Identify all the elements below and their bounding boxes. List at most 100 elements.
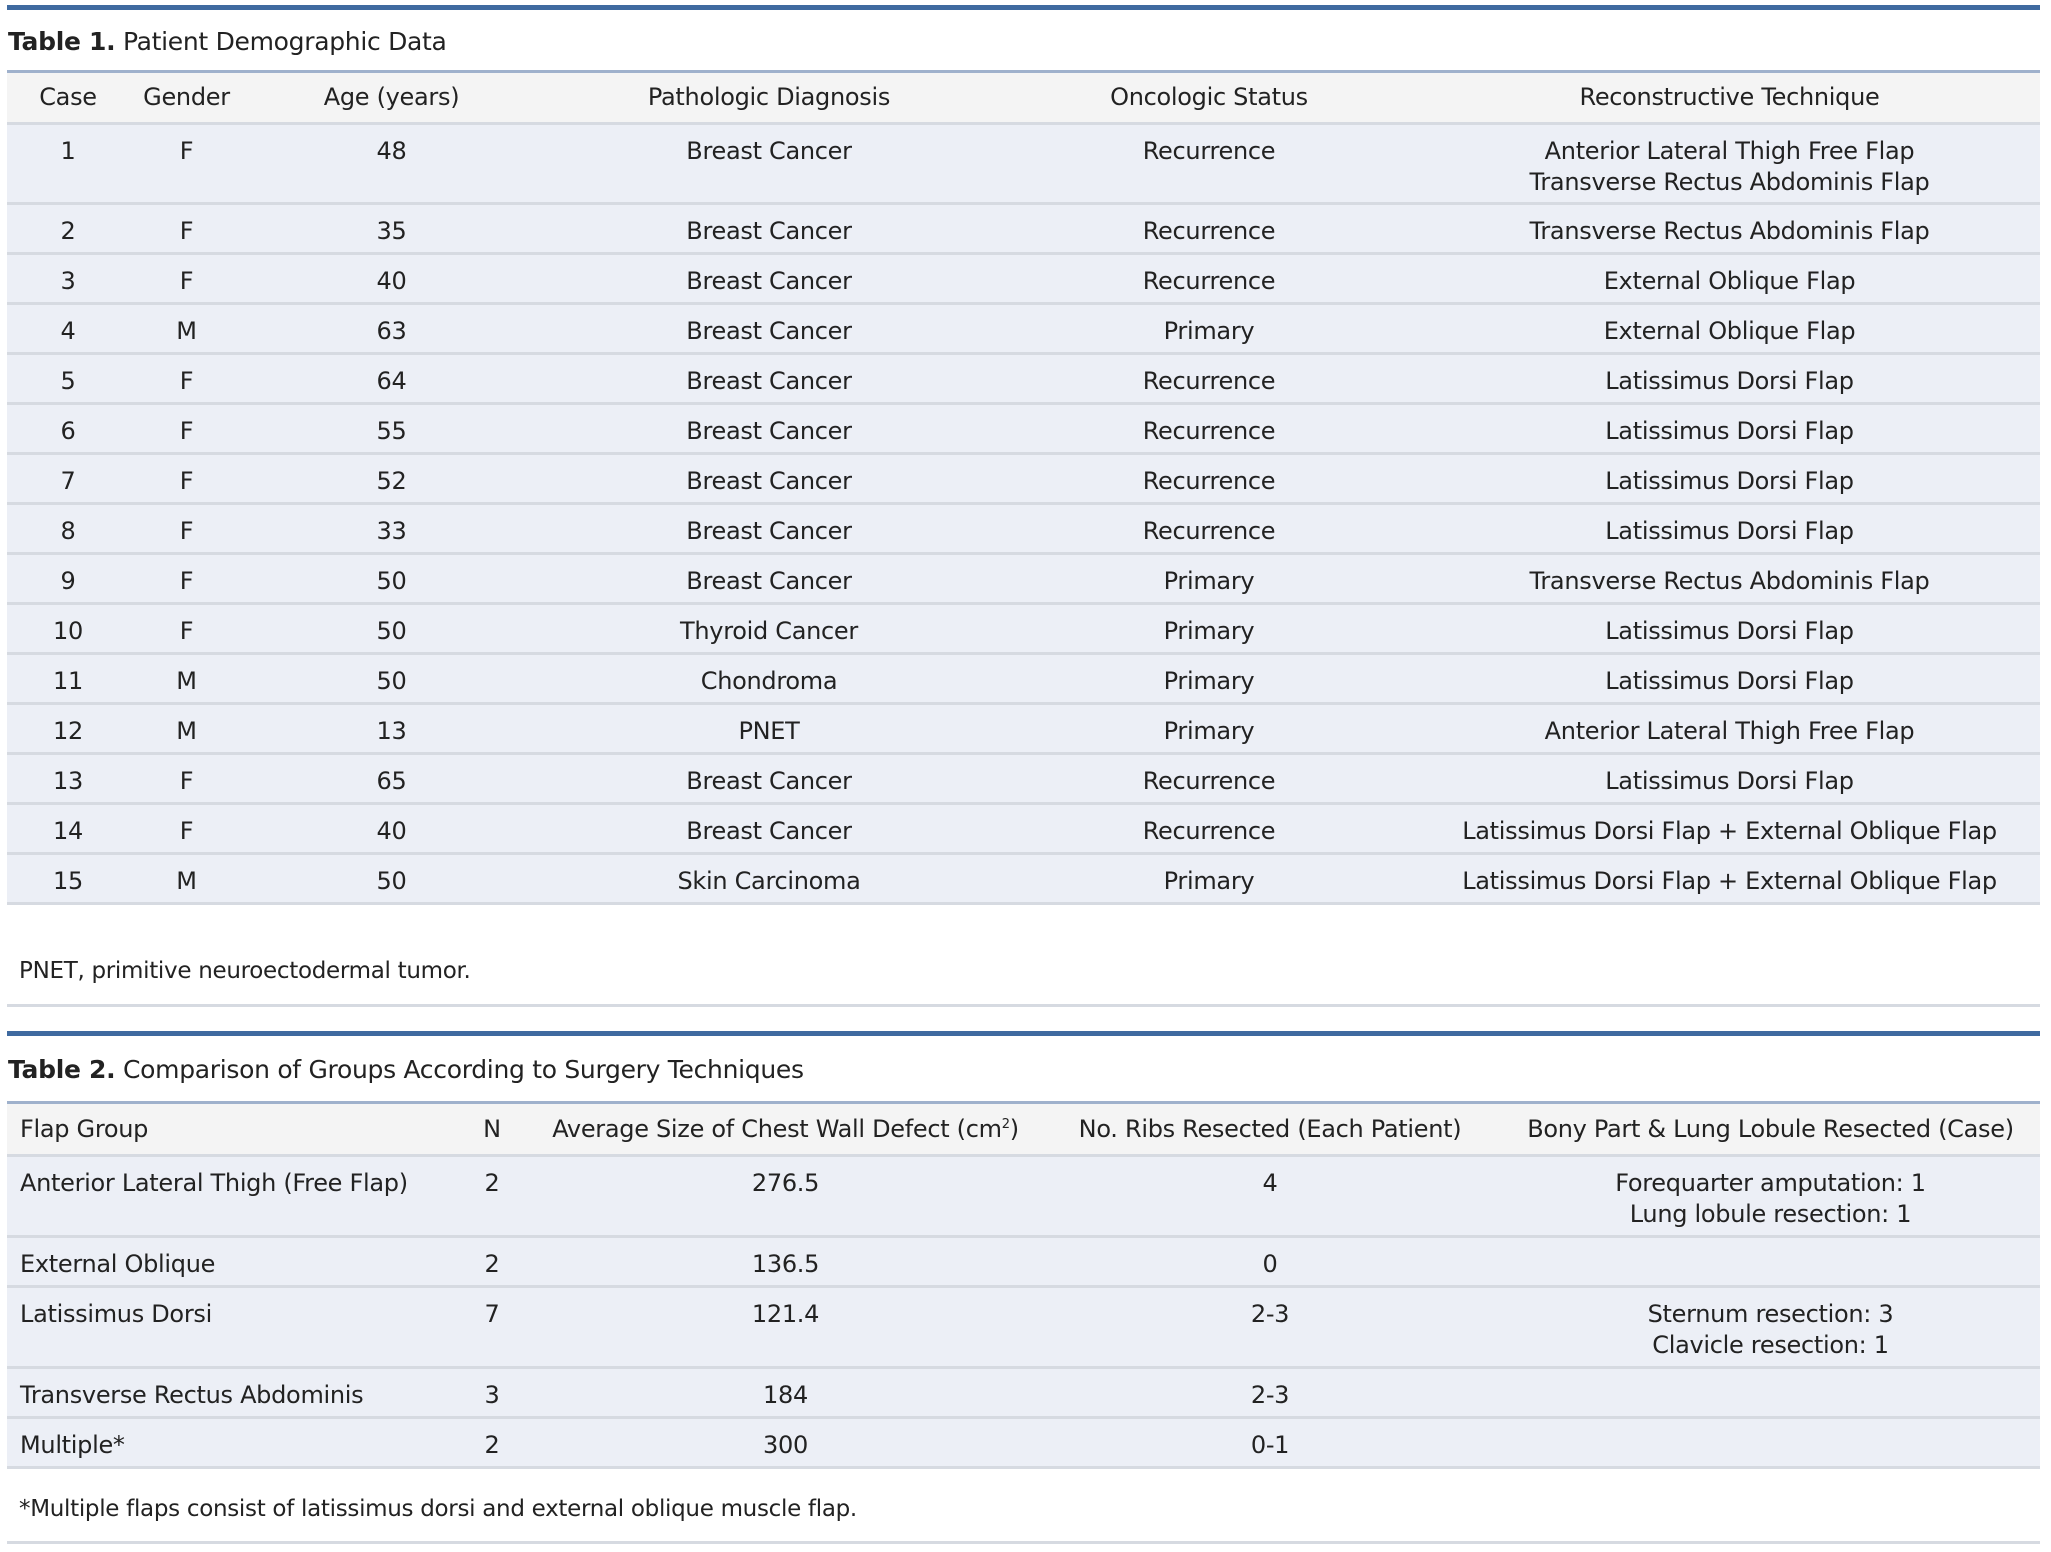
defect-header-text: Average Size of Chest Wall Defect (cm <box>552 1114 1002 1143</box>
technique-line: Latissimus Dorsi Flap <box>1605 767 1854 795</box>
case-cell: 2 <box>60 217 76 245</box>
status-cell: Primary <box>1163 667 1255 695</box>
defect-header-close: ) <box>1009 1114 1019 1143</box>
age-cell: 63 <box>376 317 407 345</box>
flap-group-cell: Anterior Lateral Thigh (Free Flap) <box>20 1169 408 1197</box>
technique-line: Transverse Rectus Abdominis Flap <box>1529 168 1930 196</box>
technique-cell: Anterior Lateral Thigh Free Flap <box>1419 704 2040 754</box>
table2-group-comparison: Flap Group N Average Size of Chest Wall … <box>7 1101 2040 1469</box>
case-cell: 9 <box>60 567 76 595</box>
col-header-bony: Bony Part & Lung Lobule Resected (Case) <box>1527 1114 2014 1143</box>
table1-row: 7 F 52 Breast Cancer Recurrence Latissimus Do… <box>7 453 2040 504</box>
table2-row: Anterior Lateral Thigh (Free Flap) 2 276.5… <box>7 1155 2040 1237</box>
gender-cell: F <box>179 517 194 545</box>
status-cell: Recurrence <box>1142 817 1276 845</box>
diagnosis-cell: Breast Cancer <box>686 567 852 595</box>
gender-cell: F <box>179 817 194 845</box>
table2-row: External Oblique 2 136.5 0 <box>7 1236 2040 1287</box>
age-cell: 50 <box>376 867 407 895</box>
case-cell: 7 <box>60 467 76 495</box>
bony-line: Clavicle resection: 1 <box>1652 1331 1889 1359</box>
technique-line: Latissimus Dorsi Flap <box>1605 667 1854 695</box>
n-cell: 2 <box>484 1250 500 1278</box>
defect-size-cell: 300 <box>763 1431 808 1459</box>
defect-size-cell: 121.4 <box>751 1300 820 1328</box>
technique-line: Latissimus Dorsi Flap <box>1605 417 1854 445</box>
bony-resection-cell: Forequarter amputation: 1 Lung lobule res… <box>1501 1156 2040 1237</box>
table2-row: Transverse Rectus Abdominis 3 184 2-3 <box>7 1367 2040 1418</box>
age-cell: 55 <box>376 417 407 445</box>
age-cell: 50 <box>376 567 407 595</box>
technique-line: Latissimus Dorsi Flap + External Oblique… <box>1462 867 1997 895</box>
technique-line: Latissimus Dorsi Flap <box>1605 367 1854 395</box>
flap-group-cell: Latissimus Dorsi <box>20 1300 212 1328</box>
gender-cell: F <box>179 137 194 165</box>
gender-cell: F <box>179 367 194 395</box>
gender-cell: M <box>176 317 197 345</box>
table1-row: 10 F 50 Thyroid Cancer Primary Latissimus Dor… <box>7 603 2040 654</box>
diagnosis-cell: Breast Cancer <box>686 267 852 295</box>
defect-size-cell: 136.5 <box>751 1250 820 1278</box>
n-cell: 2 <box>484 1431 500 1459</box>
technique-cell: Latissimus Dorsi Flap <box>1419 504 2040 554</box>
col-header-age: Age (years) <box>323 83 460 111</box>
diagnosis-cell: Breast Cancer <box>686 517 852 545</box>
age-cell: 65 <box>376 767 407 795</box>
technique-cell: External Oblique Flap <box>1419 304 2040 354</box>
gender-cell: M <box>176 667 197 695</box>
status-cell: Primary <box>1163 867 1255 895</box>
table1-label: Table 1. <box>8 27 116 56</box>
case-cell: 15 <box>53 867 83 895</box>
ribs-cell: 2-3 <box>1250 1381 1290 1409</box>
ribs-cell: 4 <box>1262 1169 1278 1197</box>
table1-row: 1 F 48 Breast Cancer Recurrence Anterior Late… <box>7 123 2040 204</box>
bony-resection-cell <box>1501 1368 2040 1418</box>
status-cell: Primary <box>1163 567 1255 595</box>
table1-caption: Table 1. Patient Demographic Data <box>8 27 447 57</box>
age-cell: 48 <box>376 137 407 165</box>
case-cell: 13 <box>53 767 83 795</box>
case-cell: 12 <box>53 717 83 745</box>
diagnosis-cell: Breast Cancer <box>686 817 852 845</box>
table1-patient-demographics: Case Gender Age (years) Pathologic Diagn… <box>7 70 2040 905</box>
status-cell: Primary <box>1163 317 1255 345</box>
diagnosis-cell: Breast Cancer <box>686 767 852 795</box>
age-cell: 13 <box>376 717 407 745</box>
case-cell: 3 <box>60 267 76 295</box>
case-cell: 10 <box>53 617 83 645</box>
gender-cell: F <box>179 417 194 445</box>
table1-top-bar <box>7 5 2040 10</box>
case-cell: 11 <box>53 667 83 695</box>
status-cell: Primary <box>1163 717 1255 745</box>
diagnosis-cell: Breast Cancer <box>686 217 852 245</box>
table1-row: 13 F 65 Breast Cancer Recurrence Latissimus D… <box>7 753 2040 804</box>
defect-header-superscript: 2 <box>1001 1116 1010 1132</box>
col-header-technique: Reconstructive Technique <box>1579 83 1880 111</box>
n-cell: 2 <box>484 1169 500 1197</box>
bony-line: Sternum resection: 3 <box>1647 1300 1894 1328</box>
flap-group-cell: Multiple* <box>20 1431 125 1459</box>
col-header-defect-size: Average Size of Chest Wall Defect (cm2) <box>532 1103 1039 1156</box>
diagnosis-cell: Breast Cancer <box>686 367 852 395</box>
status-cell: Primary <box>1163 617 1255 645</box>
gender-cell: F <box>179 267 194 295</box>
technique-line: Latissimus Dorsi Flap <box>1605 467 1854 495</box>
diagnosis-cell: Breast Cancer <box>686 317 852 345</box>
age-cell: 64 <box>376 367 407 395</box>
bony-resection-cell <box>1501 1418 2040 1468</box>
table2-footnote: *Multiple flaps consist of latissimus do… <box>19 1496 857 1522</box>
bony-line: Lung lobule resection: 1 <box>1629 1200 1912 1228</box>
table2-row: Latissimus Dorsi 7 121.4 2-3 Sternum resecti… <box>7 1286 2040 1368</box>
technique-cell: Anterior Lateral Thigh Free Flap Transver… <box>1419 124 2040 204</box>
age-cell: 35 <box>376 217 407 245</box>
ribs-cell: 2-3 <box>1250 1300 1290 1328</box>
table1-row: 12 M 13 PNET Primary Anterior Lateral Thigh F… <box>7 703 2040 754</box>
bony-resection-cell: Sternum resection: 3 Clavicle resection: … <box>1501 1287 2040 1368</box>
col-header-status: Oncologic Status <box>1110 83 1308 111</box>
table1-bottom-rule <box>7 1004 2040 1007</box>
table1-row: 8 F 33 Breast Cancer Recurrence Latissimus Do… <box>7 503 2040 554</box>
case-cell: 1 <box>60 137 76 165</box>
status-cell: Recurrence <box>1142 767 1276 795</box>
table1-row: 5 F 64 Breast Cancer Recurrence Latissimus Do… <box>7 353 2040 404</box>
diagnosis-cell: Thyroid Cancer <box>680 617 858 645</box>
